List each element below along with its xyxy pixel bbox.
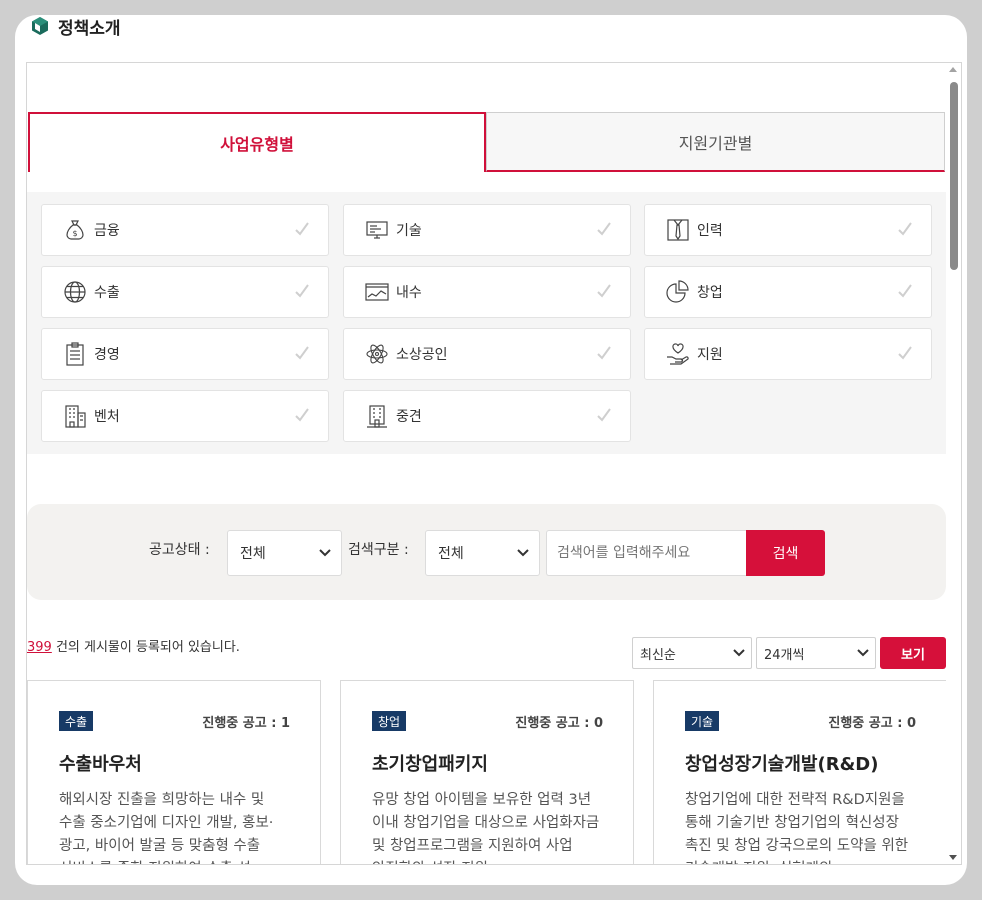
money-bag-icon: $	[62, 217, 88, 243]
sort-select[interactable]: 최신순	[632, 637, 752, 669]
category-label: 기술	[396, 223, 422, 239]
card-description: 해외시장 진출을 희망하는 내수 및 수출 중소기업에 디자인 개발, 홍보·광…	[59, 792, 274, 864]
card-title[interactable]: 수출바우처	[59, 750, 142, 776]
pie-chart-icon	[665, 279, 691, 305]
check-icon	[597, 222, 611, 236]
category-label: 중견	[396, 409, 422, 425]
dialog-title: 정책소개	[58, 18, 121, 39]
category-midsize[interactable]: 중견	[343, 390, 631, 442]
atom-icon	[364, 341, 390, 367]
policy-frame: 사업유형별 지원기관별 $ 금융 기술 인력 수출 내수 창업 경영 소상공인 …	[26, 62, 962, 865]
cube-logo-icon	[32, 17, 48, 35]
view-button[interactable]: 보기	[880, 637, 946, 669]
scroll-down-arrow-icon[interactable]	[949, 855, 957, 860]
status-select[interactable]: 전체	[227, 530, 342, 576]
search-type-select-value: 전체	[438, 546, 464, 562]
check-icon	[597, 284, 611, 298]
active-notice-count: 진행중 공고 : 0	[828, 716, 916, 731]
tie-icon	[665, 217, 691, 243]
svg-text:$: $	[72, 229, 77, 238]
chevron-down-icon	[857, 649, 869, 657]
dialog-header: 정책소개	[32, 15, 121, 41]
policy-dialog: 정책소개 사업유형별 지원기관별 $ 금융 기술 인력 수출 내수 창업 경영 …	[15, 15, 967, 885]
category-label: 내수	[396, 285, 422, 301]
scroll-up-arrow-icon[interactable]	[949, 67, 957, 72]
scrollbar-thumb[interactable]	[950, 82, 958, 270]
category-venture[interactable]: 벤처	[41, 390, 329, 442]
frame-content: 사업유형별 지원기관별 $ 금융 기술 인력 수출 내수 창업 경영 소상공인 …	[27, 63, 947, 864]
search-button[interactable]: 검색	[746, 530, 825, 576]
category-management[interactable]: 경영	[41, 328, 329, 380]
vertical-scrollbar[interactable]	[946, 63, 961, 864]
card-title[interactable]: 초기창업패키지	[372, 750, 488, 776]
policy-card[interactable]: 수출 진행중 공고 : 1 수출바우처 해외시장 진출을 희망하는 내수 및 수…	[27, 680, 321, 864]
search-input[interactable]	[546, 530, 747, 576]
sort-select-value: 최신순	[640, 647, 676, 663]
search-type-select[interactable]: 전체	[425, 530, 540, 576]
category-manpower[interactable]: 인력	[644, 204, 932, 256]
card-title[interactable]: 창업성장기술개발(R&D)	[685, 750, 878, 776]
check-icon	[898, 284, 912, 298]
card-description: 유망 창업 아이템을 보유한 업력 3년 이내 창업기업을 대상으로 사업화자금…	[372, 792, 600, 864]
category-support[interactable]: 지원	[644, 328, 932, 380]
check-icon	[898, 346, 912, 360]
policy-card[interactable]: 기술 진행중 공고 : 0 창업성장기술개발(R&D) 창업기업에 대한 전략적…	[653, 680, 947, 864]
category-startup[interactable]: 창업	[644, 266, 932, 318]
result-count-text: 건의 게시물이 등록되어 있습니다.	[51, 640, 240, 655]
category-finance[interactable]: $ 금융	[41, 204, 329, 256]
tab-bar: 사업유형별 지원기관별	[28, 112, 945, 172]
chevron-down-icon	[319, 549, 331, 557]
check-icon	[295, 346, 309, 360]
active-notice-count: 진행중 공고 : 0	[515, 716, 603, 731]
category-label: 인력	[697, 223, 723, 239]
clipboard-icon	[62, 341, 88, 367]
per-page-select-value: 24개씩	[764, 647, 805, 663]
check-icon	[295, 408, 309, 422]
category-label: 경영	[94, 347, 120, 363]
status-select-value: 전체	[240, 546, 266, 562]
category-label: 소상공인	[396, 347, 448, 363]
category-domestic[interactable]: 내수	[343, 266, 631, 318]
active-notice-count: 진행중 공고 : 1	[202, 716, 290, 731]
chevron-down-icon	[733, 649, 745, 657]
category-technology[interactable]: 기술	[343, 204, 631, 256]
category-label: 지원	[697, 347, 723, 363]
check-icon	[597, 346, 611, 360]
heart-hand-icon	[665, 341, 691, 367]
chart-window-icon	[364, 279, 390, 305]
category-label: 창업	[697, 285, 723, 301]
per-page-select[interactable]: 24개씩	[756, 637, 876, 669]
monitor-code-icon	[364, 217, 390, 243]
search-type-label: 검색구분 :	[348, 542, 409, 558]
check-icon	[898, 222, 912, 236]
category-badge: 기술	[685, 711, 720, 731]
category-label: 수출	[94, 285, 120, 301]
category-badge: 수출	[59, 711, 94, 731]
policy-card[interactable]: 창업 진행중 공고 : 0 초기창업패키지 유망 창업 아이템을 보유한 업력 …	[340, 680, 634, 864]
result-count-number[interactable]: 399	[27, 640, 52, 655]
category-grid: $ 금융 기술 인력 수출 내수 창업 경영 소상공인 지원 벤처 중견	[27, 192, 947, 454]
card-description: 창업기업에 대한 전략적 R&D지원을 통해 기술기반 창업기업의 혁신성장 촉…	[685, 792, 909, 864]
search-panel: 공고상태 : 전체 검색구분 : 전체 검색	[27, 504, 946, 600]
category-small-business[interactable]: 소상공인	[343, 328, 631, 380]
check-icon	[295, 284, 309, 298]
check-icon	[597, 408, 611, 422]
category-badge: 창업	[372, 711, 407, 731]
result-count: 399 건의 게시물이 등록되어 있습니다.	[27, 636, 240, 655]
building-icon	[62, 403, 88, 429]
chevron-down-icon	[517, 549, 529, 557]
globe-icon	[62, 279, 88, 305]
tab-support-agency[interactable]: 지원기관별	[486, 112, 945, 172]
check-icon	[295, 222, 309, 236]
tab-business-type[interactable]: 사업유형별	[28, 112, 486, 172]
category-export[interactable]: 수출	[41, 266, 329, 318]
category-label: 벤처	[94, 409, 120, 425]
office-icon	[364, 403, 390, 429]
status-label: 공고상태 :	[149, 542, 210, 558]
category-label: 금융	[94, 223, 120, 239]
